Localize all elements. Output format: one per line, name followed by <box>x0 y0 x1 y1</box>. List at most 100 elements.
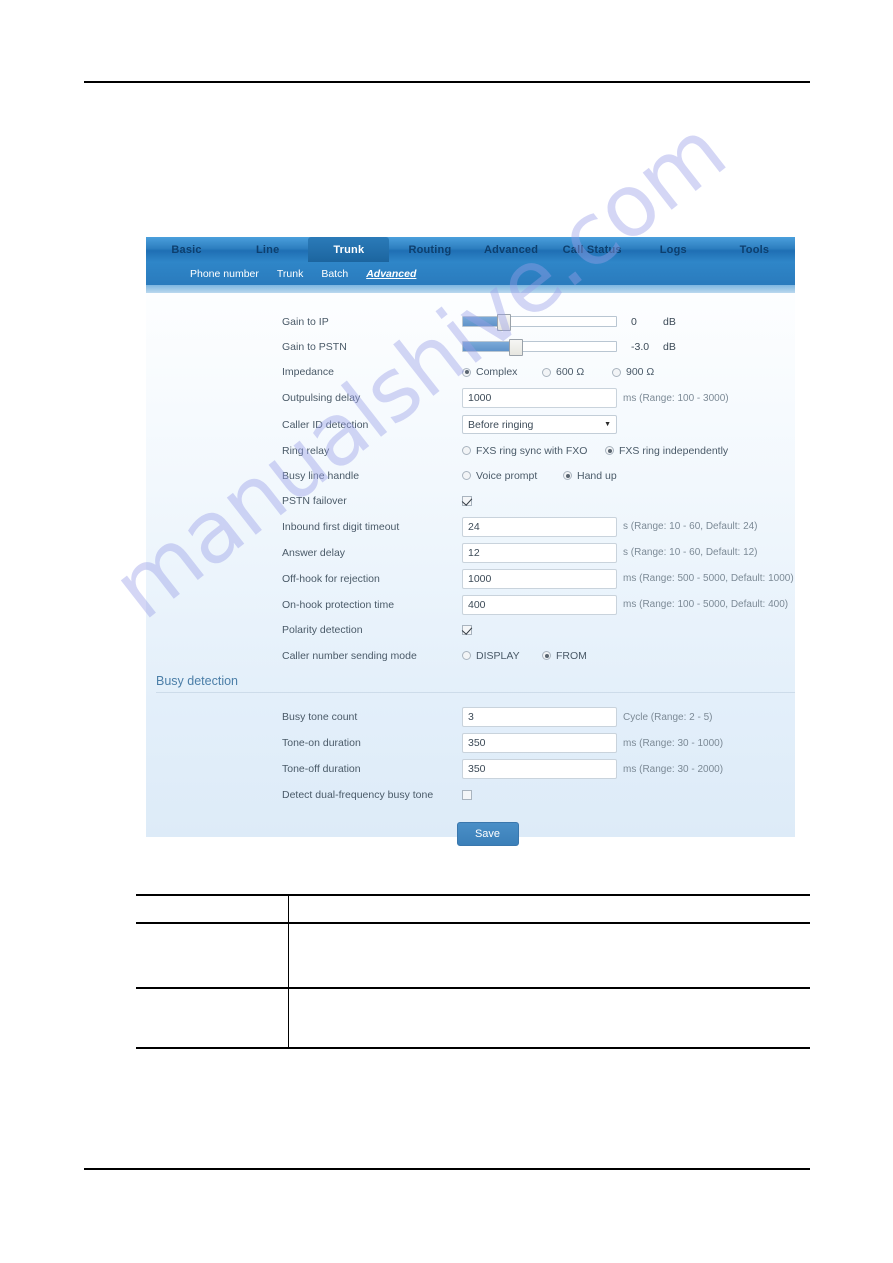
hint-on-hook-protection-time: ms (Range: 100 - 5000, Default: 400) <box>623 599 789 611</box>
checkbox-polarity-detection[interactable] <box>462 625 472 636</box>
radio-group-ring-relay: FXS ring sync with FXO FXS ring independ… <box>462 445 795 457</box>
label-busy-tone-count: Busy tone count <box>282 711 358 724</box>
tab-call-status-label: Call Status <box>562 243 622 256</box>
radio-impedance-600[interactable]: 600 Ω <box>542 366 612 378</box>
row-polarity-detection: Polarity detection <box>146 618 795 643</box>
radio-impedance-600-label: 600 Ω <box>556 366 585 379</box>
tab-advanced-label: Advanced <box>483 243 539 256</box>
radio-caller-number-display[interactable]: DISPLAY <box>462 650 542 662</box>
doc-table-column-divider-3 <box>288 987 290 1047</box>
radio-caller-number-display-label: DISPLAY <box>476 649 520 662</box>
radio-impedance-900-label: 900 Ω <box>626 366 655 379</box>
sub-nav-shadow <box>146 285 795 293</box>
radio-dot-icon <box>542 651 551 661</box>
slider-gain-to-pstn[interactable] <box>462 339 617 357</box>
label-detect-dual-frequency-busy-tone: Detect dual-frequency busy tone <box>282 789 434 802</box>
checkbox-pstn-failover[interactable] <box>462 496 472 507</box>
save-button[interactable]: Save <box>456 822 519 847</box>
radio-caller-number-from[interactable]: FROM <box>542 650 587 662</box>
radio-dot-icon <box>462 651 471 661</box>
radio-busy-line-hand-up[interactable]: Hand up <box>563 470 617 482</box>
row-outpulsing-delay: Outpulsing delay 1000 ms (Range: 100 - 3… <box>146 385 795 412</box>
save-button-container: Save <box>146 808 795 847</box>
chevron-down-icon: ▼ <box>604 421 611 429</box>
input-inbound-first-digit-timeout[interactable]: 24 <box>462 516 617 537</box>
radio-ring-relay-sync-label: FXS ring sync with FXO <box>476 444 588 457</box>
label-busy-line-handle: Busy line handle <box>282 469 360 482</box>
slider-gain-to-pstn-fill <box>463 342 516 352</box>
row-pstn-failover: PSTN failover <box>146 488 795 513</box>
busy-detection-section: Busy detection <box>146 674 795 694</box>
radio-dot-icon <box>563 471 572 481</box>
row-gain-to-ip: Gain to IP 0 dB <box>146 309 795 334</box>
tab-basic[interactable]: Basic <box>146 237 227 262</box>
row-ring-relay: Ring relay FXS ring sync with FXO FXS ri… <box>146 438 795 463</box>
slider-gain-to-ip[interactable] <box>462 314 617 332</box>
label-off-hook-for-rejection: Off-hook for rejection <box>282 572 380 585</box>
label-impedance: Impedance <box>282 366 334 379</box>
tab-routing[interactable]: Routing <box>389 237 470 262</box>
slider-gain-to-ip-knob[interactable] <box>496 314 511 332</box>
doc-table-rule-header <box>136 922 810 924</box>
radio-dot-icon <box>462 367 471 377</box>
input-answer-delay[interactable]: 12 <box>462 542 617 563</box>
radio-impedance-900[interactable]: 900 Ω <box>612 366 654 378</box>
select-caller-id-detection-value: Before ringing <box>468 418 534 431</box>
input-tone-off-duration[interactable]: 350 <box>462 759 617 780</box>
checkbox-detect-dual-frequency-busy-tone[interactable] <box>462 790 472 801</box>
tab-tools[interactable]: Tools <box>714 237 795 262</box>
input-on-hook-protection-time[interactable]: 400 <box>462 594 617 615</box>
row-impedance: Impedance Complex 600 Ω 900 Ω <box>146 360 795 385</box>
label-gain-to-pstn: Gain to PSTN <box>282 340 347 353</box>
row-on-hook-protection-time: On-hook protection time 400 ms (Range: 1… <box>146 592 795 618</box>
row-tone-on-duration: Tone-on duration 350 ms (Range: 30 - 100… <box>146 730 795 756</box>
slider-gain-to-pstn-knob[interactable] <box>508 339 523 357</box>
radio-group-impedance: Complex 600 Ω 900 Ω <box>462 366 795 378</box>
row-busy-tone-count: Busy tone count 3 Cycle (Range: 2 - 5) <box>146 704 795 730</box>
tab-call-status[interactable]: Call Status <box>552 237 633 262</box>
input-tone-on-duration[interactable]: 350 <box>462 733 617 754</box>
label-on-hook-protection-time: On-hook protection time <box>282 598 395 611</box>
hint-tone-on-duration: ms (Range: 30 - 1000) <box>623 737 724 749</box>
input-busy-tone-count[interactable]: 3 <box>462 707 617 728</box>
tab-trunk[interactable]: Trunk <box>308 237 390 262</box>
sub-nav-bar: Phone number Trunk Batch Advanced <box>146 262 795 285</box>
value-gain-to-pstn: -3.0 <box>631 340 650 353</box>
label-polarity-detection: Polarity detection <box>282 624 363 637</box>
hint-busy-tone-count: Cycle (Range: 2 - 5) <box>623 711 713 723</box>
label-gain-to-ip: Gain to IP <box>282 315 329 328</box>
busy-detection-title: Busy detection <box>156 674 238 689</box>
tab-advanced[interactable]: Advanced <box>471 237 552 262</box>
radio-busy-line-voice-prompt[interactable]: Voice prompt <box>462 470 563 482</box>
input-off-hook-for-rejection[interactable]: 1000 <box>462 568 617 589</box>
tab-basic-label: Basic <box>171 243 202 256</box>
row-inbound-first-digit-timeout: Inbound first digit timeout 24 s (Range:… <box>146 514 795 540</box>
hint-outpulsing-delay: ms (Range: 100 - 3000) <box>623 392 729 404</box>
label-caller-number-sending-mode: Caller number sending mode <box>282 649 417 662</box>
radio-impedance-complex[interactable]: Complex <box>462 366 542 378</box>
select-caller-id-detection[interactable]: Before ringing ▼ <box>462 415 617 435</box>
tab-line[interactable]: Line <box>227 237 308 262</box>
web-ui-screenshot: Basic Line Trunk Routing Advanced Call S… <box>146 237 795 847</box>
tab-logs-label: Logs <box>659 243 687 256</box>
hint-answer-delay: s (Range: 10 - 60, Default: 12) <box>623 547 758 559</box>
doc-table-column-divider-1 <box>288 894 290 922</box>
radio-ring-relay-independent-label: FXS ring independently <box>619 444 729 457</box>
hint-inbound-first-digit-timeout: s (Range: 10 - 60, Default: 24) <box>623 521 758 533</box>
subnav-item-phone-number[interactable]: Phone number <box>190 268 259 280</box>
radio-ring-relay-independent[interactable]: FXS ring independently <box>605 445 728 457</box>
page-footer-rule <box>84 1168 810 1170</box>
label-tone-on-duration: Tone-on duration <box>282 737 361 750</box>
tab-logs[interactable]: Logs <box>633 237 714 262</box>
radio-dot-icon <box>542 367 551 377</box>
settings-rows: Gain to IP 0 dB Gain to PSTN -3.0 dB Imp… <box>146 293 795 668</box>
unit-gain-to-pstn: dB <box>663 340 676 353</box>
radio-dot-icon <box>605 446 614 456</box>
row-gain-to-pstn: Gain to PSTN -3.0 dB <box>146 334 795 359</box>
subnav-item-advanced[interactable]: Advanced <box>366 268 416 280</box>
subnav-item-trunk[interactable]: Trunk <box>277 268 303 280</box>
main-tab-bar: Basic Line Trunk Routing Advanced Call S… <box>146 237 795 262</box>
subnav-item-batch[interactable]: Batch <box>321 268 348 280</box>
radio-ring-relay-sync[interactable]: FXS ring sync with FXO <box>462 445 605 457</box>
input-outpulsing-delay[interactable]: 1000 <box>462 388 617 409</box>
